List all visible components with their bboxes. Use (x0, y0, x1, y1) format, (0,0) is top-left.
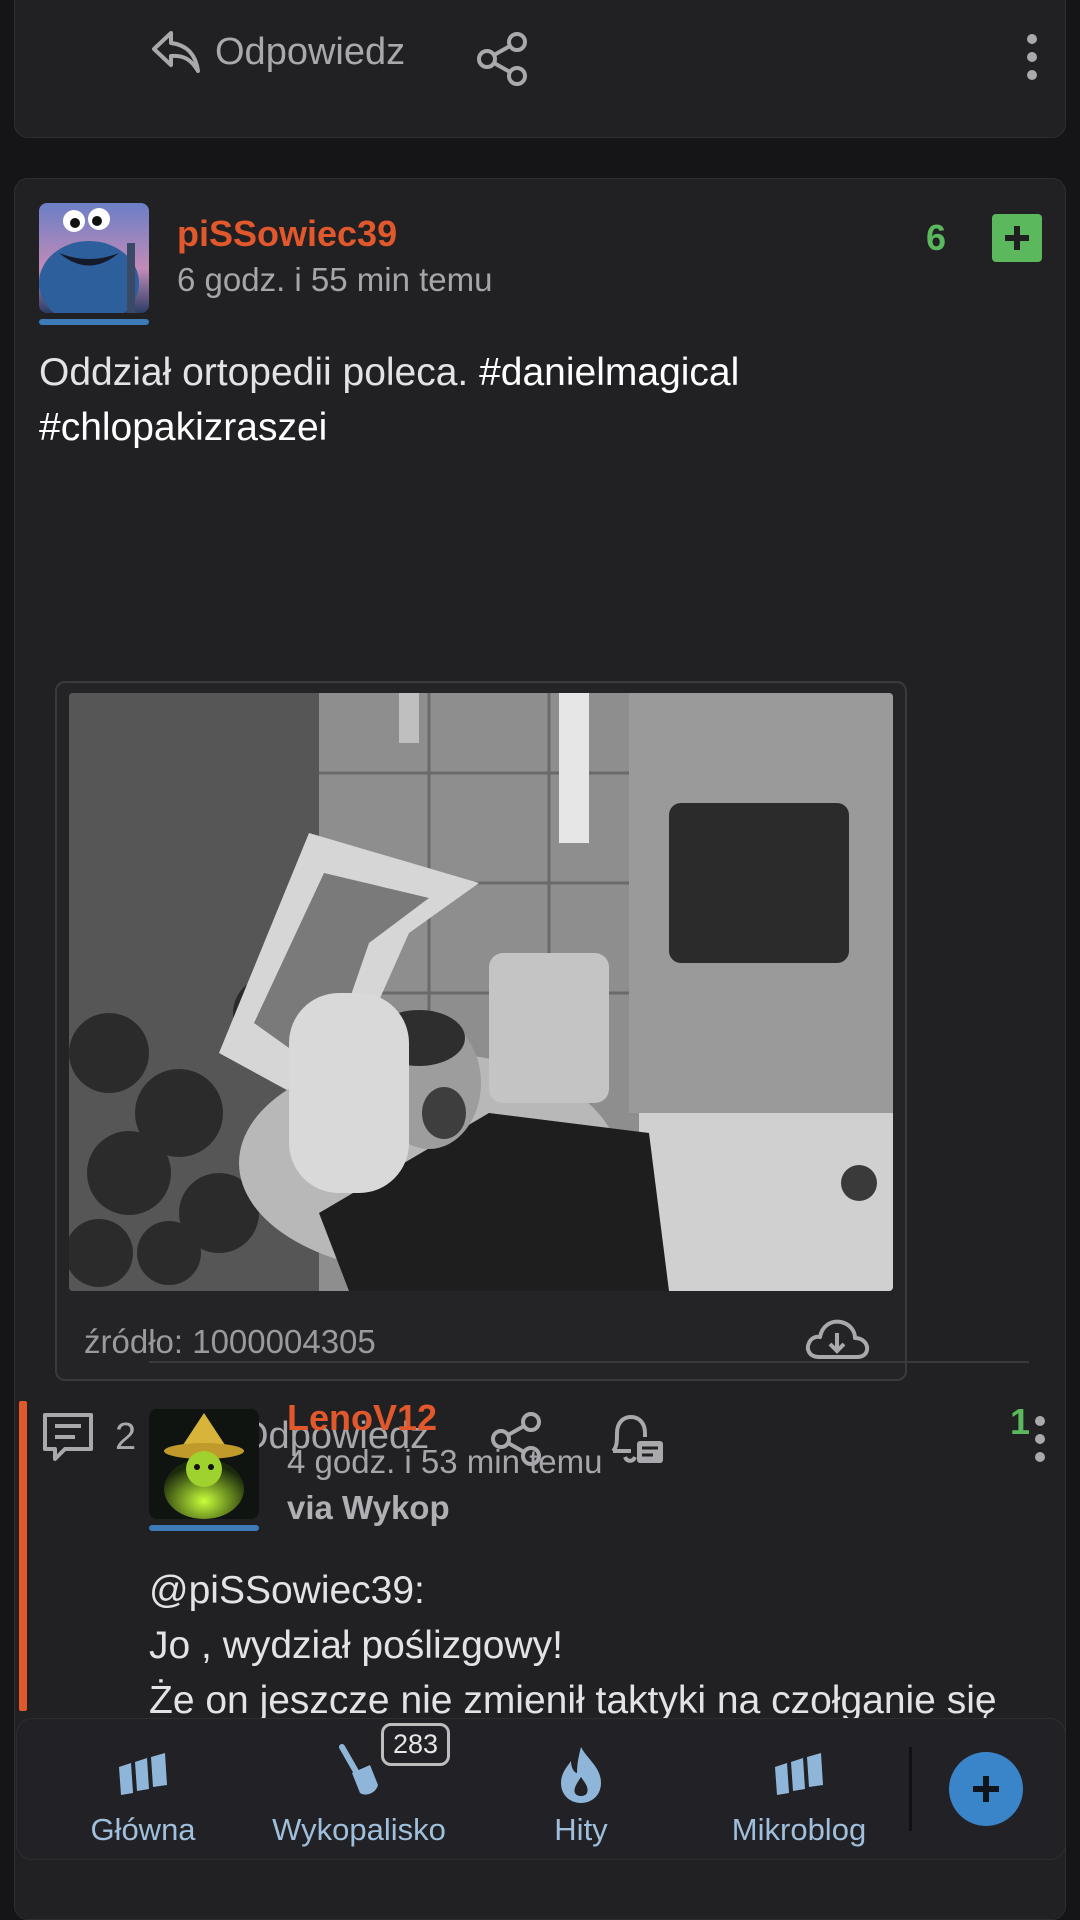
plus-icon (973, 1776, 999, 1802)
comment-score: 1 (1010, 1401, 1031, 1442)
wizard-figurine-avatar-image (149, 1409, 259, 1519)
nav-item-wykopalisko[interactable]: 283 Wykopalisko (257, 1719, 461, 1859)
kitchen-floor-photo (69, 693, 893, 1291)
entry-score: 6 (926, 217, 947, 258)
comment-timestamp: 4 godz. i 53 min temu (287, 1443, 603, 1480)
wykopalisko-count-badge: 283 (381, 1723, 451, 1766)
nav-label-mikroblog: Mikroblog (731, 1812, 867, 1847)
home-logo-icon (119, 1753, 167, 1795)
bottom-navigation: Główna 283 Wykopalisko Hity Mikroblog (16, 1718, 1066, 1860)
reply-label: Odpowiedz (215, 30, 406, 73)
comment-mention[interactable]: @piSSowiec39: (149, 1569, 425, 1612)
plus-icon (1005, 226, 1029, 250)
comment-line: Że on jeszcze nie zmienił taktyki na czo… (149, 1679, 997, 1722)
comment-line: Jo , wydział poślizgowy! (149, 1624, 563, 1667)
notifications-button[interactable] (605, 1411, 665, 1469)
media-embed: źródło: 1000004305 (55, 681, 907, 1381)
embed-source-label: źródło: 1000004305 (84, 1323, 376, 1360)
more-options-button[interactable] (1025, 33, 1039, 81)
comment-body: @piSSowiec39: Jo , wydział poślizgowy! Ż… (149, 1563, 1059, 1728)
nav-label-glowna: Główna (90, 1812, 196, 1847)
cookie-monster-avatar-image (39, 203, 149, 313)
tag-link[interactable]: #danielmagical (479, 351, 739, 394)
nav-item-glowna[interactable]: Główna (41, 1719, 245, 1859)
comments-icon (43, 1413, 93, 1461)
more-options-button[interactable] (1033, 1415, 1047, 1463)
nav-label-wykopalisko: Wykopalisko (272, 1812, 446, 1847)
upvote-button[interactable] (992, 214, 1042, 262)
nav-item-mikroblog[interactable]: Mikroblog (697, 1719, 901, 1859)
new-comment-indicator (19, 1401, 27, 1711)
cloud-download-icon (805, 1319, 870, 1359)
tag-link[interactable]: #chlopakizraszei (39, 406, 327, 449)
entry-body: Oddział ortopedii poleca. #danielmagical… (39, 345, 1019, 455)
entry-timestamp: 6 godz. i 55 min temu (177, 261, 493, 298)
embedded-photo[interactable] (69, 693, 893, 1291)
comment-author-avatar[interactable] (149, 1409, 259, 1519)
entry-card: piSSowiec39 6 godz. i 55 min temu 6 Oddz… (14, 178, 1066, 1920)
author-avatar[interactable] (39, 203, 149, 313)
comment-client: via Wykop (287, 1489, 450, 1526)
avatar-underline (39, 319, 149, 325)
more-vertical-icon (1027, 34, 1037, 80)
share-icon (477, 32, 527, 86)
comments-count: 2 (115, 1415, 137, 1458)
divider (149, 1361, 1029, 1363)
flame-icon (561, 1747, 601, 1803)
entry-text: Oddział ortopedii poleca. (39, 351, 480, 394)
share-button[interactable] (475, 31, 531, 87)
nav-item-hity[interactable]: Hity (479, 1719, 683, 1859)
avatar-underline (149, 1525, 259, 1531)
reply-button[interactable]: Odpowiedz (151, 29, 405, 75)
shovel-icon (339, 1744, 378, 1795)
nav-label-hity: Hity (554, 1812, 608, 1847)
previous-entry-card: Odpowiedz (14, 0, 1066, 138)
more-vertical-icon (1035, 1416, 1045, 1462)
add-entry-button[interactable] (949, 1752, 1023, 1826)
author-username[interactable]: piSSowiec39 (177, 213, 397, 255)
comments-button[interactable]: 2 (39, 1411, 136, 1463)
reply-icon (152, 31, 200, 73)
nav-separator (909, 1747, 912, 1831)
mikroblog-logo-icon (775, 1753, 823, 1795)
bell-icon (611, 1414, 663, 1463)
comment-username[interactable]: LenoV12 (287, 1397, 437, 1439)
